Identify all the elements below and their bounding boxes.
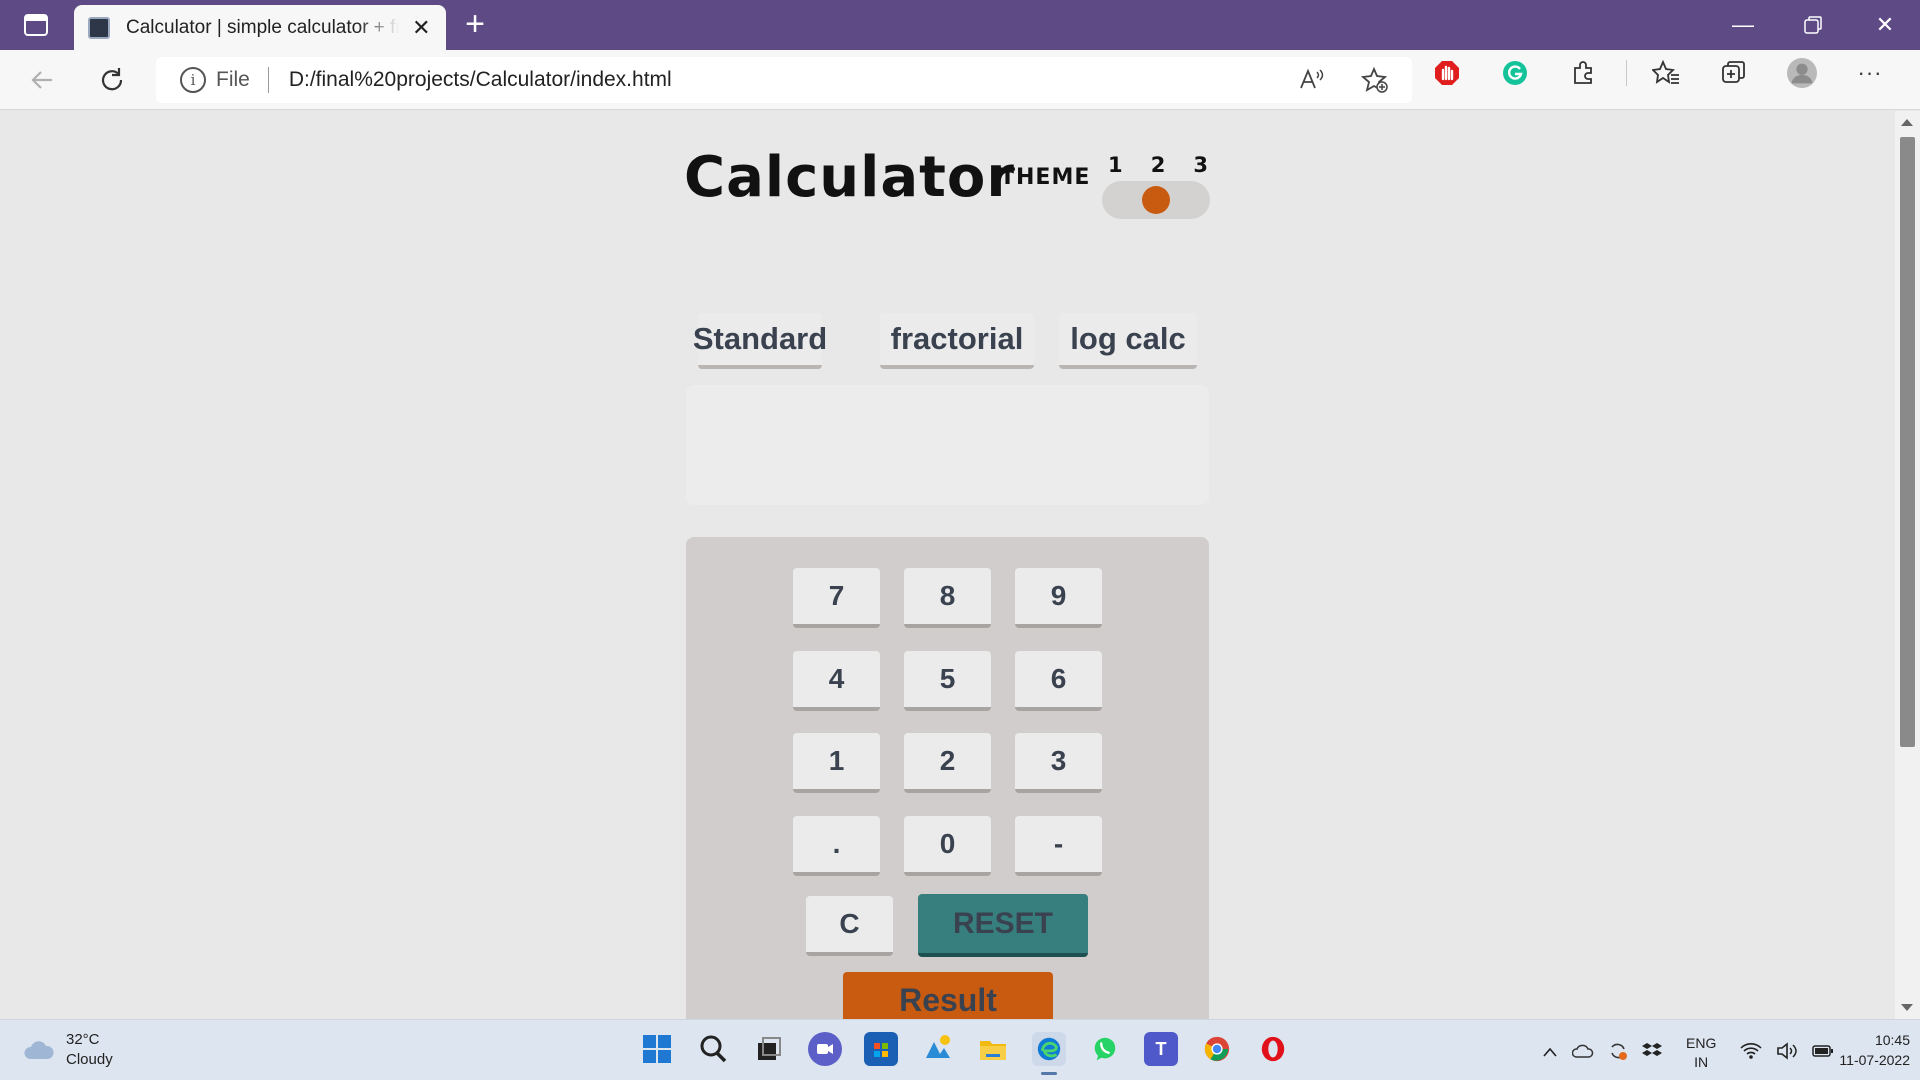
extensions-icon[interactable] [1568, 58, 1598, 88]
favorites-icon[interactable] [1651, 58, 1681, 88]
show-hidden-icons-icon[interactable] [1542, 1045, 1558, 1062]
scroll-up-arrow-icon[interactable] [1901, 119, 1913, 126]
key-minus[interactable]: - [1015, 816, 1102, 876]
mode-fractorial-button[interactable]: fractorial [880, 313, 1034, 369]
clock[interactable]: 10:45 11-07-2022 [1800, 1030, 1910, 1070]
clear-button[interactable]: C [806, 896, 893, 956]
search-icon[interactable] [696, 1032, 730, 1066]
page-scrollbar[interactable] [1895, 111, 1920, 1019]
address-divider [267, 67, 269, 93]
theme-toggle[interactable] [1102, 181, 1210, 219]
restore-button[interactable] [1778, 0, 1848, 50]
wifi-icon[interactable] [1740, 1042, 1762, 1064]
key-1[interactable]: 1 [793, 733, 880, 793]
tab-favicon-icon [88, 16, 110, 39]
language-region: IN [1694, 1054, 1709, 1070]
theme-option-2[interactable]: 2 [1151, 153, 1166, 177]
add-favorite-icon[interactable] [1360, 65, 1390, 95]
site-info-icon[interactable]: i [180, 67, 206, 93]
tab-title: Calculator | simple calculator + fractor… [126, 16, 399, 38]
close-window-button[interactable]: ✕ [1850, 0, 1920, 50]
key-5[interactable]: 5 [904, 651, 991, 711]
language-code: ENG [1686, 1035, 1717, 1051]
collections-icon[interactable] [1719, 58, 1749, 88]
grammarly-extension-icon[interactable] [1500, 58, 1530, 88]
url-scheme-label: File [216, 68, 250, 91]
file-explorer-icon[interactable] [976, 1032, 1010, 1066]
clock-time: 10:45 [1874, 1032, 1910, 1048]
key-8[interactable]: 8 [904, 568, 991, 628]
browser-title-bar: Calculator | simple calculator + fractor… [0, 0, 1920, 50]
key-3[interactable]: 3 [1015, 733, 1102, 793]
whatsapp-icon[interactable] [1088, 1032, 1122, 1066]
language-indicator[interactable]: ENG IN [1686, 1034, 1716, 1072]
dropbox-icon[interactable] [1642, 1042, 1662, 1064]
browser-tab[interactable]: Calculator | simple calculator + fractor… [74, 5, 446, 50]
minimize-button[interactable]: — [1708, 0, 1778, 50]
scroll-down-arrow-icon[interactable] [1901, 1004, 1913, 1011]
key-7[interactable]: 7 [793, 568, 880, 628]
new-tab-button[interactable]: + [458, 7, 492, 42]
cloud-icon [22, 1039, 56, 1061]
opera-icon[interactable] [1256, 1032, 1290, 1066]
theme-options: 1 2 3 [1108, 153, 1208, 177]
tab-close-icon[interactable]: ✕ [411, 15, 432, 41]
edge-icon[interactable] [1032, 1032, 1066, 1075]
key-6[interactable]: 6 [1015, 651, 1102, 711]
key-9[interactable]: 9 [1015, 568, 1102, 628]
theme-toggle-knob[interactable] [1142, 186, 1170, 214]
key-0[interactable]: 0 [904, 816, 991, 876]
url-text[interactable]: D:/final%20projects/Calculator/index.htm… [289, 68, 672, 92]
sidebar-toggle-icon[interactable] [18, 12, 54, 38]
theme-label: THEME [1000, 165, 1091, 190]
clock-date: 11-07-2022 [1839, 1052, 1910, 1068]
onedrive-icon[interactable] [1571, 1043, 1594, 1063]
theme-option-1[interactable]: 1 [1108, 153, 1123, 177]
scrollbar-thumb[interactable] [1900, 137, 1915, 747]
more-options-icon[interactable]: ··· [1855, 58, 1885, 88]
chrome-icon[interactable] [1200, 1032, 1234, 1066]
page-content: Calculator THEME 1 2 3 Standard fractori… [0, 111, 1895, 1019]
read-aloud-icon[interactable] [1296, 65, 1326, 95]
mode-log-calc-button[interactable]: log calc [1059, 313, 1197, 369]
photos-icon[interactable] [920, 1032, 954, 1066]
weather-widget[interactable]: 32°C Cloudy [22, 1030, 113, 1070]
sync-icon[interactable] [1608, 1041, 1628, 1065]
address-bar[interactable]: i File D:/final%20projects/Calculator/in… [156, 57, 1412, 103]
browser-toolbar: i File D:/final%20projects/Calculator/in… [0, 50, 1920, 110]
teams-chat-icon[interactable] [808, 1032, 842, 1066]
back-icon[interactable] [20, 58, 64, 102]
key-2[interactable]: 2 [904, 733, 991, 793]
calculator-keypad: 7 8 9 4 5 6 1 2 3 . 0 - C RESET Result [686, 537, 1209, 1019]
teams-icon[interactable]: T [1144, 1032, 1178, 1066]
start-icon[interactable] [640, 1032, 674, 1066]
key-decimal[interactable]: . [793, 816, 880, 876]
reset-button[interactable]: RESET [918, 894, 1088, 957]
mode-standard-button[interactable]: Standard [693, 313, 827, 369]
page-title: Calculator [684, 145, 1015, 210]
theme-option-3[interactable]: 3 [1193, 153, 1208, 177]
toolbar-divider [1626, 60, 1627, 86]
refresh-icon[interactable] [90, 58, 134, 102]
system-tray: ENG IN [1542, 1034, 1834, 1072]
result-button[interactable]: Result [843, 972, 1053, 1019]
profile-avatar-icon[interactable] [1787, 58, 1817, 88]
store-icon[interactable] [864, 1032, 898, 1066]
taskbar-apps: T [640, 1032, 1290, 1075]
windows-taskbar: 32°C Cloudy T ENG IN 10:45 11-07-2022 [0, 1019, 1920, 1080]
weather-description: Cloudy [66, 1051, 113, 1068]
volume-icon[interactable] [1776, 1042, 1798, 1064]
calculator-display [686, 385, 1209, 505]
task-view-icon[interactable] [752, 1032, 786, 1066]
weather-temperature: 32°C [66, 1031, 100, 1048]
adblock-extension-icon[interactable] [1432, 58, 1462, 88]
key-4[interactable]: 4 [793, 651, 880, 711]
